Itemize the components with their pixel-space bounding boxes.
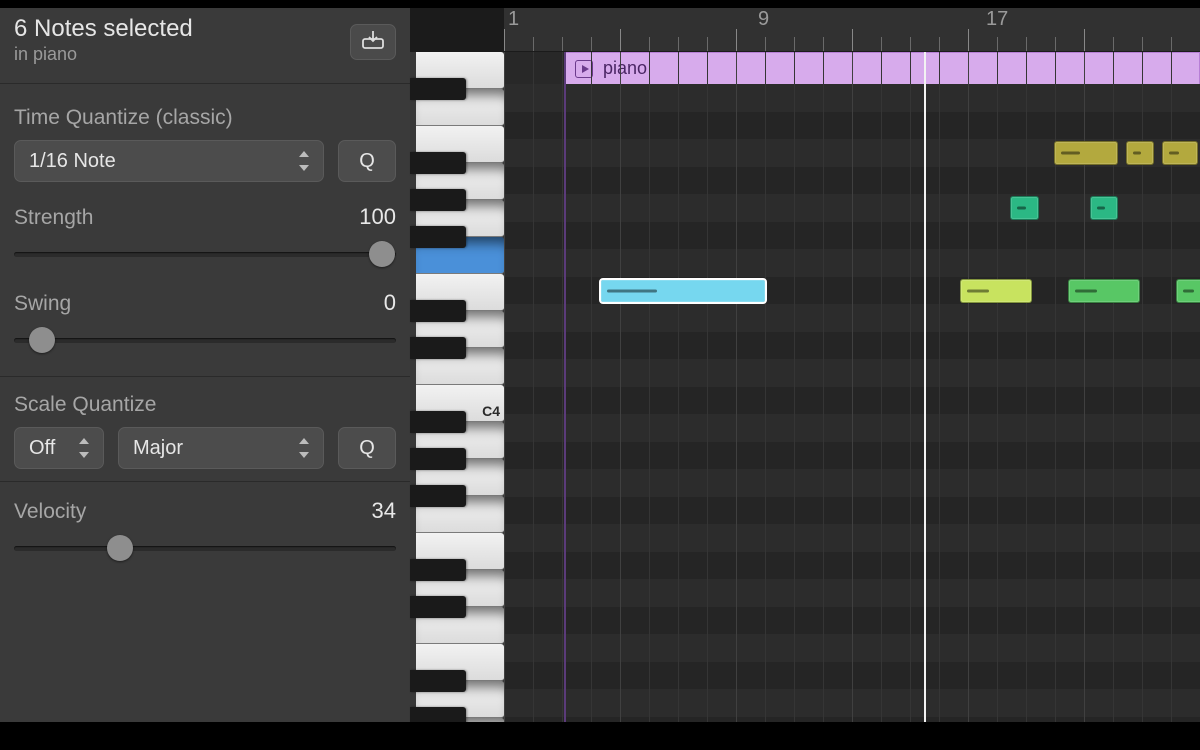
piano-keyboard[interactable]: C4 bbox=[410, 52, 504, 722]
midi-note[interactable] bbox=[960, 279, 1032, 303]
grid-line bbox=[533, 52, 534, 722]
chevron-updown-icon bbox=[77, 438, 91, 458]
scale-value: Major bbox=[133, 437, 183, 460]
velocity-slider[interactable] bbox=[14, 534, 396, 562]
ruler-bar-number: 9 bbox=[758, 8, 769, 31]
time-quantize-select[interactable]: 1/16 Note bbox=[14, 140, 324, 182]
ruler-bar-number: 17 bbox=[986, 8, 1008, 31]
scale-enable-value: Off bbox=[29, 437, 55, 460]
inspector-header: 6 Notes selected in piano bbox=[0, 8, 410, 84]
piano-black-key[interactable] bbox=[410, 596, 466, 618]
midi-note[interactable] bbox=[1054, 141, 1119, 165]
download-tray-icon bbox=[362, 31, 384, 54]
grid-line bbox=[736, 52, 737, 722]
region-start-line bbox=[564, 52, 566, 722]
swing-slider-thumb[interactable] bbox=[29, 327, 55, 353]
grid-line bbox=[794, 52, 795, 722]
editor-frame: 6 Notes selected in piano Time Quantize … bbox=[0, 8, 1200, 722]
velocity-slider-thumb[interactable] bbox=[107, 535, 133, 561]
ruler-bar-number: 1 bbox=[508, 8, 519, 31]
midi-note[interactable] bbox=[600, 279, 766, 303]
section-divider bbox=[0, 481, 410, 482]
inspector-body: Time Quantize (classic) 1/16 Note Q Stre… bbox=[0, 84, 410, 722]
piano-black-key[interactable] bbox=[410, 485, 466, 507]
selection-title: 6 Notes selected bbox=[14, 16, 396, 42]
piano-black-key[interactable] bbox=[410, 559, 466, 581]
collapse-inspector-button[interactable] bbox=[350, 24, 396, 60]
timeline-ruler[interactable]: 1917 bbox=[504, 8, 1200, 52]
swing-value: 0 bbox=[384, 290, 396, 316]
grid-line bbox=[649, 52, 650, 722]
velocity-label: Velocity bbox=[14, 500, 86, 524]
midi-note[interactable] bbox=[1176, 279, 1200, 303]
selection-subtitle: in piano bbox=[14, 44, 396, 65]
grid-line bbox=[620, 52, 621, 722]
midi-note[interactable] bbox=[1068, 279, 1140, 303]
scale-quantize-scale-select[interactable]: Major bbox=[118, 427, 324, 469]
grid-line bbox=[881, 52, 882, 722]
section-divider bbox=[0, 376, 410, 377]
midi-note[interactable] bbox=[1126, 141, 1155, 165]
grid-line bbox=[591, 52, 592, 722]
piano-black-key[interactable] bbox=[410, 226, 466, 248]
grid-line bbox=[823, 52, 824, 722]
time-quantize-apply-button[interactable]: Q bbox=[338, 140, 396, 182]
grid-line bbox=[997, 52, 998, 722]
region-name: piano bbox=[603, 58, 647, 79]
strength-label: Strength bbox=[14, 206, 93, 230]
grid-line bbox=[968, 52, 969, 722]
grid-line bbox=[910, 52, 911, 722]
piano-black-key[interactable] bbox=[410, 411, 466, 433]
region-header[interactable]: piano bbox=[564, 52, 1200, 84]
piano-black-key[interactable] bbox=[410, 448, 466, 470]
grid-line bbox=[1026, 52, 1027, 722]
piano-black-key[interactable] bbox=[410, 78, 466, 100]
grid-line bbox=[939, 52, 940, 722]
piano-black-key[interactable] bbox=[410, 707, 466, 722]
grid-line bbox=[562, 52, 563, 722]
velocity-value: 34 bbox=[372, 498, 396, 524]
midi-note[interactable] bbox=[1090, 196, 1119, 220]
chevron-updown-icon bbox=[297, 151, 311, 171]
scale-quantize-enable-select[interactable]: Off bbox=[14, 427, 104, 469]
piano-roll[interactable]: piano bbox=[504, 52, 1200, 722]
playhead[interactable] bbox=[924, 52, 926, 722]
grid-line bbox=[504, 52, 505, 722]
strength-slider-thumb[interactable] bbox=[369, 241, 395, 267]
grid-line bbox=[852, 52, 853, 722]
piano-black-key[interactable] bbox=[410, 300, 466, 322]
piano-black-key[interactable] bbox=[410, 189, 466, 211]
time-quantize-value: 1/16 Note bbox=[29, 150, 116, 173]
strength-slider[interactable] bbox=[14, 240, 396, 268]
piano-black-key[interactable] bbox=[410, 337, 466, 359]
time-quantize-label: Time Quantize (classic) bbox=[14, 106, 396, 130]
strength-value: 100 bbox=[359, 204, 396, 230]
swing-slider[interactable] bbox=[14, 326, 396, 354]
key-label-c4: C4 bbox=[482, 403, 500, 419]
piano-black-key[interactable] bbox=[410, 670, 466, 692]
midi-note[interactable] bbox=[1010, 196, 1039, 220]
grid-line bbox=[765, 52, 766, 722]
grid-line bbox=[678, 52, 679, 722]
scale-quantize-label: Scale Quantize bbox=[14, 393, 156, 417]
midi-note[interactable] bbox=[1162, 141, 1198, 165]
inspector-panel: 6 Notes selected in piano Time Quantize … bbox=[0, 8, 410, 722]
piano-black-key[interactable] bbox=[410, 152, 466, 174]
chevron-updown-icon bbox=[297, 438, 311, 458]
scale-quantize-apply-button[interactable]: Q bbox=[338, 427, 396, 469]
swing-label: Swing bbox=[14, 292, 71, 316]
grid-line bbox=[707, 52, 708, 722]
